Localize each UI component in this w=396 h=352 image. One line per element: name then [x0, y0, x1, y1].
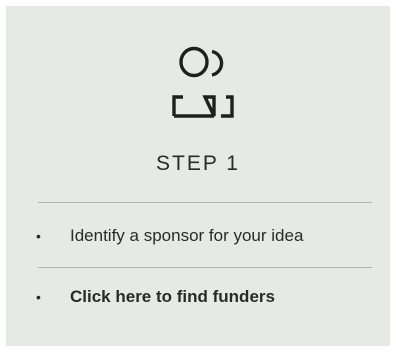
step-title: STEP 1 — [156, 152, 240, 175]
people-icon — [166, 44, 246, 122]
divider — [38, 202, 372, 203]
divider — [38, 267, 372, 268]
list-item-text: Identify a sponsor for your idea — [70, 226, 304, 245]
step-card: STEP 1 • Identify a sponsor for your ide… — [6, 6, 390, 346]
bullet: • — [36, 228, 41, 244]
find-funders-link[interactable]: Click here to find funders — [70, 287, 275, 307]
bullet: • — [36, 289, 41, 305]
